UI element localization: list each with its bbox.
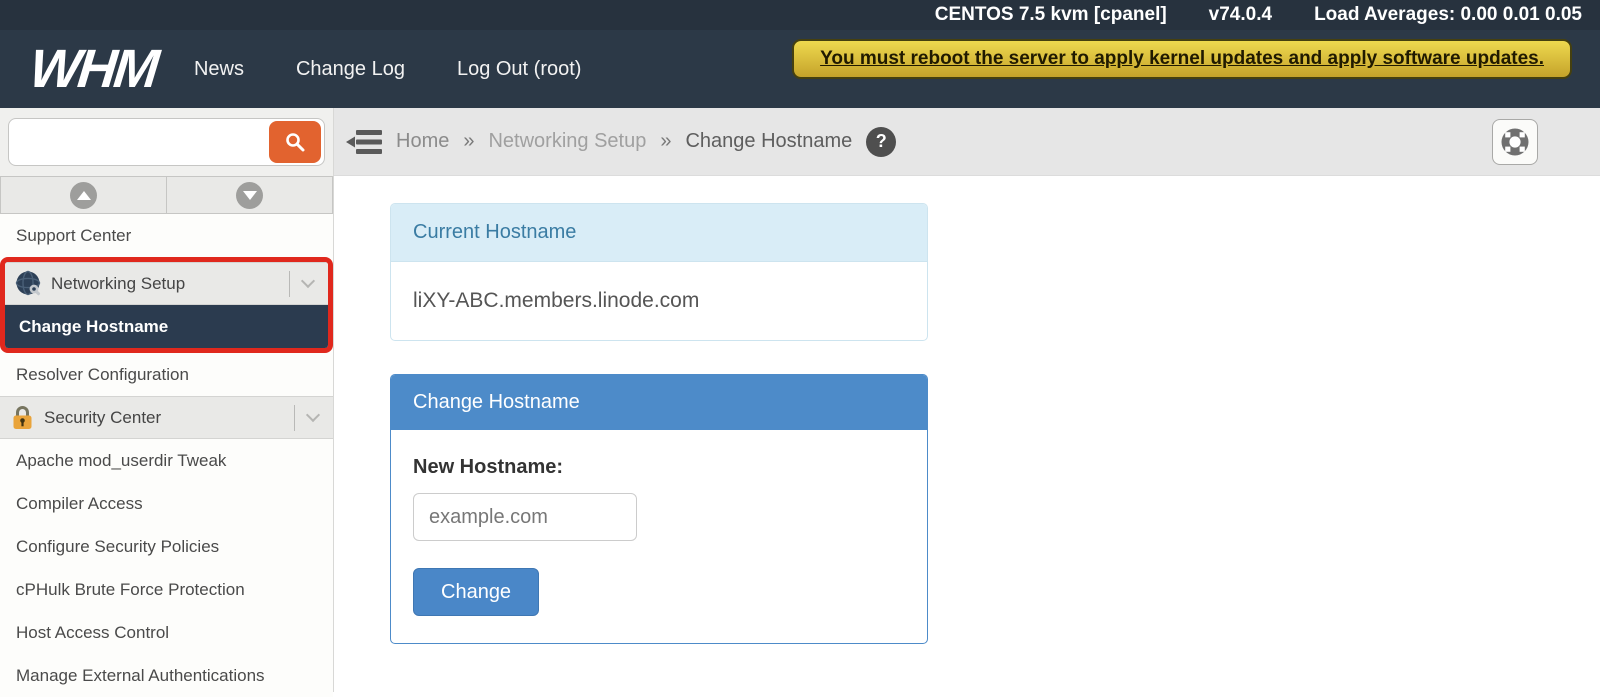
search-box [8, 118, 325, 166]
sidebar-search-area [0, 108, 333, 176]
sidebar-scroll-controls [0, 176, 333, 214]
reboot-alert-banner[interactable]: You must reboot the server to apply kern… [792, 39, 1572, 79]
sidebar-item-cphulk-brute-force-protection[interactable]: cPHulk Brute Force Protection [0, 568, 333, 611]
globe-icon [15, 270, 42, 297]
search-button[interactable] [269, 121, 321, 163]
down-arrow-icon [236, 182, 263, 209]
divider [294, 405, 295, 431]
breadcrumb-separator: » [463, 130, 474, 153]
change-button[interactable]: Change [413, 568, 539, 616]
sidebar-group-label: Security Center [44, 408, 161, 428]
life-ring-icon [1499, 126, 1531, 158]
nav-item-news[interactable]: News [194, 58, 244, 81]
load-averages-label: Load Averages: 0.00 0.01 0.05 [1314, 4, 1582, 26]
current-hostname-value: liXY-ABC.members.linode.com [391, 262, 927, 340]
help-icon[interactable]: ? [866, 127, 896, 157]
sidebar-group-security-center[interactable]: Security Center [0, 396, 333, 439]
sidebar-group-networking-setup[interactable]: Networking Setup [5, 262, 328, 305]
scroll-down-button[interactable] [167, 176, 333, 214]
sidebar-item-support-center[interactable]: Support Center [0, 214, 333, 257]
scroll-up-button[interactable] [0, 176, 167, 214]
lock-icon [10, 404, 35, 431]
new-hostname-input[interactable] [413, 493, 637, 541]
sidebar-group-label: Networking Setup [51, 274, 185, 294]
change-hostname-panel-title: Change Hostname [391, 375, 927, 430]
group-toggle[interactable] [294, 405, 333, 431]
current-hostname-panel: Current Hostname liXY-ABC.members.linode… [390, 203, 928, 341]
group-toggle[interactable] [289, 271, 328, 297]
support-button[interactable] [1492, 119, 1538, 165]
breadcrumb-home[interactable]: Home [396, 130, 449, 153]
current-hostname-panel-title: Current Hostname [391, 204, 927, 262]
breadcrumb: Home » Networking Setup » Change Hostnam… [334, 108, 1600, 176]
change-hostname-panel: Change Hostname New Hostname: Change [390, 374, 928, 644]
sidebar-item-manage-external-authentications[interactable]: Manage External Authentications [0, 654, 333, 697]
whm-version-label: v74.0.4 [1209, 4, 1272, 26]
whm-logo[interactable]: WHM [27, 42, 159, 96]
sidebar-item-host-access-control[interactable]: Host Access Control [0, 611, 333, 654]
breadcrumb-networking-setup[interactable]: Networking Setup [488, 130, 646, 153]
search-input[interactable] [9, 131, 269, 154]
nav-item-change-log[interactable]: Change Log [296, 58, 405, 81]
collapse-menu-icon [346, 129, 382, 155]
breadcrumb-separator: » [660, 130, 671, 153]
chevron-down-icon [306, 408, 320, 422]
sidebar-item-resolver-configuration[interactable]: Resolver Configuration [0, 353, 333, 396]
system-os-label: CENTOS 7.5 kvm [cpanel] [935, 4, 1167, 26]
breadcrumb-current-page: Change Hostname [685, 130, 852, 153]
main-navbar: WHM News Change Log Log Out (root) You m… [0, 30, 1600, 108]
sidebar: Support Center Networking Setup [0, 108, 334, 692]
sidebar-item-change-hostname[interactable]: Change Hostname [5, 305, 328, 348]
collapse-sidebar-button[interactable] [346, 129, 382, 155]
sidebar-item-apache-mod-userdir-tweak[interactable]: Apache mod_userdir Tweak [0, 439, 333, 482]
up-arrow-icon [70, 182, 97, 209]
annotation-highlight-box: Networking Setup Change Hostname [0, 257, 333, 353]
nav-item-log-out[interactable]: Log Out (root) [457, 58, 582, 81]
sidebar-menu: Support Center Networking Setup [0, 214, 333, 697]
new-hostname-label: New Hostname: [413, 456, 563, 478]
sidebar-item-compiler-access[interactable]: Compiler Access [0, 482, 333, 525]
system-info-bar: CENTOS 7.5 kvm [cpanel] v74.0.4 Load Ave… [0, 0, 1600, 30]
divider [289, 271, 290, 297]
search-icon [284, 131, 306, 153]
page-content: Current Hostname liXY-ABC.members.linode… [334, 176, 1600, 644]
nav-links: News Change Log Log Out (root) [194, 58, 582, 81]
chevron-down-icon [301, 274, 315, 288]
main-content-area: Home » Networking Setup » Change Hostnam… [334, 108, 1600, 692]
sidebar-item-configure-security-policies[interactable]: Configure Security Policies [0, 525, 333, 568]
change-hostname-form: New Hostname: Change [391, 430, 927, 643]
